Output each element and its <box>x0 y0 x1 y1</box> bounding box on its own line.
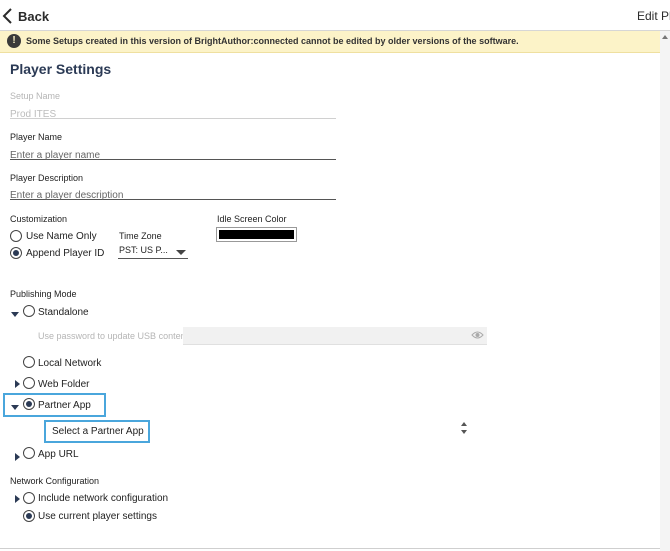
warning-text: Some Setups created in this version of B… <box>26 36 519 46</box>
local-network-label[interactable]: Local Network <box>38 358 101 369</box>
customization-label: Customization <box>10 214 68 224</box>
setup-name-field: Prod ITES <box>10 104 336 120</box>
back-button[interactable]: Back <box>0 6 49 26</box>
collapsed-caret-icon[interactable] <box>15 380 20 388</box>
use-current-settings-label[interactable]: Use current player settings <box>38 511 157 522</box>
collapsed-caret-icon[interactable] <box>15 453 20 461</box>
caret-down-icon <box>176 250 186 255</box>
color-swatch-fill <box>219 230 294 239</box>
usb-password-field <box>183 327 487 345</box>
window-title: Edit Pla <box>637 9 670 23</box>
standalone-radio[interactable] <box>23 305 35 317</box>
setup-name-value: Prod ITES <box>10 109 57 120</box>
local-network-radio[interactable] <box>23 356 35 368</box>
scroll-up-icon[interactable] <box>662 35 668 39</box>
use-name-only-radio[interactable] <box>10 230 22 242</box>
publishing-mode-label: Publishing Mode <box>10 289 77 299</box>
include-network-config-label[interactable]: Include network configuration <box>38 493 168 504</box>
player-description-input[interactable] <box>10 190 336 201</box>
expanded-caret-icon[interactable] <box>11 312 19 317</box>
standalone-label[interactable]: Standalone <box>38 307 89 318</box>
player-description-label: Player Description <box>10 173 84 183</box>
expanded-caret-icon[interactable] <box>11 405 19 410</box>
collapsed-caret-icon[interactable] <box>15 495 20 503</box>
select-spinner-icon[interactable] <box>461 421 467 435</box>
web-folder-label[interactable]: Web Folder <box>38 379 90 390</box>
app-url-radio[interactable] <box>23 447 35 459</box>
chevron-left-icon <box>2 8 12 24</box>
partner-app-select[interactable]: Select a Partner App <box>52 426 144 437</box>
vertical-scrollbar[interactable] <box>660 31 670 551</box>
player-name-input[interactable] <box>10 150 336 161</box>
time-zone-label: Time Zone <box>119 231 162 241</box>
bottom-divider <box>0 548 660 549</box>
time-zone-select[interactable]: PST: US P... <box>118 244 188 259</box>
exclamation-icon: ! <box>7 34 21 48</box>
eye-icon <box>471 331 484 339</box>
web-folder-radio[interactable] <box>23 377 35 389</box>
back-label: Back <box>18 8 50 24</box>
time-zone-value: PST: US P... <box>119 245 168 255</box>
page-title: Player Settings <box>10 61 112 77</box>
player-name-field[interactable] <box>10 145 336 161</box>
player-name-label: Player Name <box>10 132 63 142</box>
append-player-id-label[interactable]: Append Player ID <box>26 248 104 259</box>
partner-app-label[interactable]: Partner App <box>38 400 91 411</box>
usb-password-label: Use password to update USB content <box>38 331 189 341</box>
idle-screen-color-label: Idle Screen Color <box>217 214 287 224</box>
append-player-id-radio[interactable] <box>10 247 22 259</box>
use-current-settings-radio[interactable] <box>23 510 35 522</box>
idle-screen-color-picker[interactable] <box>216 227 297 242</box>
partner-app-radio[interactable] <box>23 398 35 410</box>
setup-name-label: Setup Name <box>10 91 61 101</box>
player-description-field[interactable] <box>10 185 336 201</box>
app-url-label[interactable]: App URL <box>38 449 79 460</box>
use-name-only-label[interactable]: Use Name Only <box>26 231 97 242</box>
network-configuration-label: Network Configuration <box>10 476 100 486</box>
warning-banner: ! Some Setups created in this version of… <box>0 31 660 53</box>
top-bar <box>0 0 670 31</box>
include-network-config-radio[interactable] <box>23 492 35 504</box>
